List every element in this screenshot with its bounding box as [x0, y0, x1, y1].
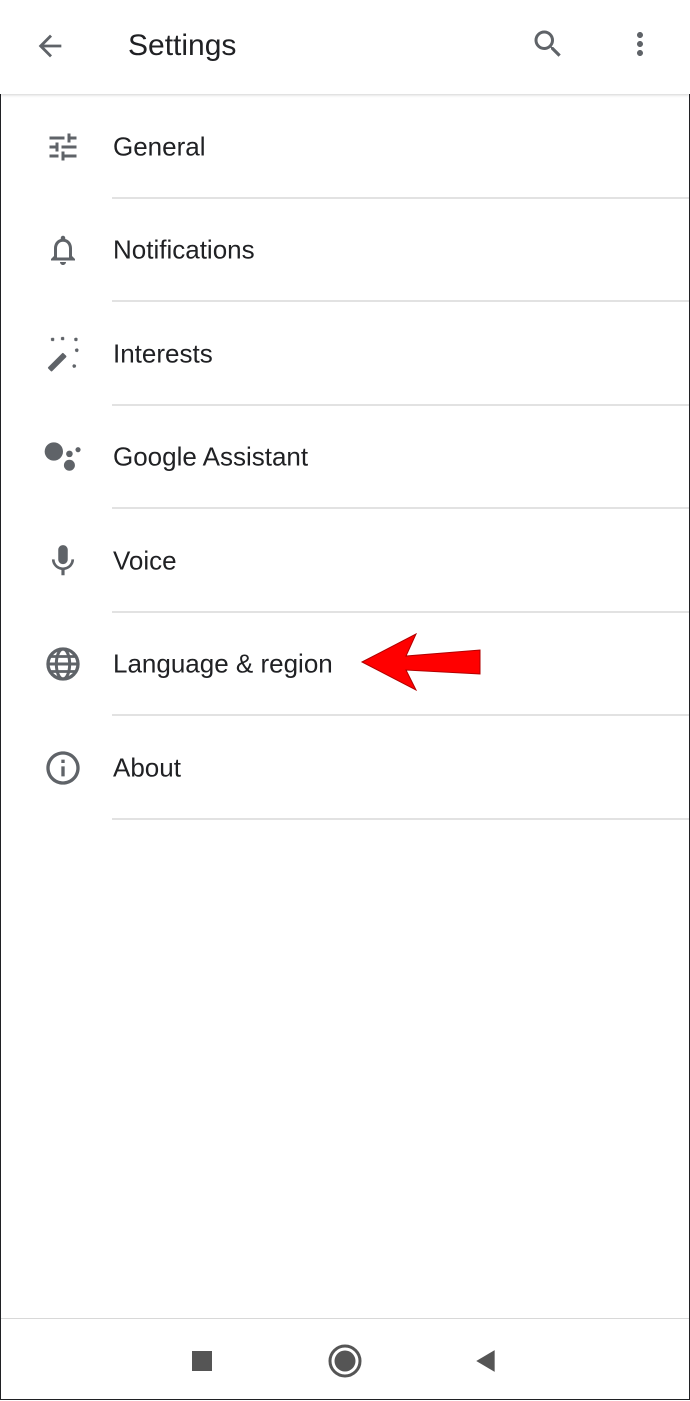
more-vert-icon[interactable]	[618, 22, 662, 66]
tune-icon	[40, 124, 86, 170]
settings-item-voice[interactable]: Voice	[0, 509, 690, 613]
assistant-icon	[40, 434, 86, 480]
settings-item-label: General	[113, 131, 206, 162]
mic-icon	[40, 538, 86, 584]
app-bar: Settings	[0, 0, 690, 94]
settings-item-general[interactable]: General	[0, 95, 690, 199]
annotation-arrow	[360, 632, 484, 694]
settings-list: General Notifications Interests Google A…	[0, 95, 690, 820]
divider	[112, 817, 690, 820]
bell-icon	[40, 227, 86, 273]
settings-item-google-assistant[interactable]: Google Assistant	[0, 406, 690, 509]
settings-item-label: Voice	[113, 545, 177, 576]
settings-item-label: Notifications	[113, 234, 255, 265]
triangle-back-icon[interactable]	[464, 1339, 508, 1383]
page-title: Settings	[128, 29, 237, 62]
circle-home-icon[interactable]	[323, 1339, 367, 1383]
settings-item-label: About	[113, 752, 181, 783]
settings-item-label: Interests	[113, 338, 213, 369]
settings-item-label: Google Assistant	[113, 441, 309, 472]
settings-item-language-region[interactable]: Language & region	[0, 613, 690, 716]
search-icon[interactable]	[526, 22, 570, 66]
square-recents-icon[interactable]	[180, 1339, 224, 1383]
settings-item-about[interactable]: About	[0, 716, 690, 820]
globe-icon	[40, 641, 86, 687]
system-nav-bar	[0, 1318, 690, 1401]
info-icon	[40, 745, 86, 791]
settings-item-notifications[interactable]: Notifications	[0, 199, 690, 302]
settings-item-interests[interactable]: Interests	[0, 302, 690, 406]
magic-wand-icon	[40, 331, 86, 377]
settings-item-label: Language & region	[113, 648, 333, 679]
arrow-back-icon[interactable]	[28, 24, 72, 68]
